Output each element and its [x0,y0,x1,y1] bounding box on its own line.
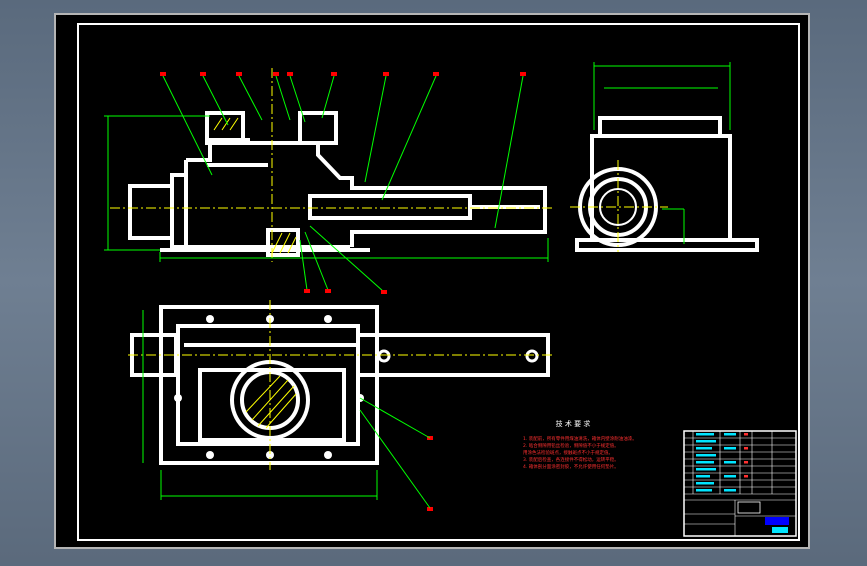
cad-viewport: 技 术 要 求 1. 装配前，所有零件用煤油清洗，箱体内壁涂耐油油漆。 2. 啮… [0,0,867,562]
note-line: 1. 装配前，所有零件用煤油清洗，箱体内壁涂耐油油漆。 [523,435,637,442]
notes-heading: 技 术 要 求 [556,419,591,428]
note-line: 用涂色法检验斑点，接触斑点不小于规定值。 [523,449,613,456]
drawing-canvas: 技 术 要 求 1. 装配前，所有零件用煤油清洗，箱体内壁涂耐油油漆。 2. 啮… [54,13,810,549]
drawing-sheet [54,13,810,549]
note-line: 2. 啮合侧隙用铅丝检验，侧隙值不小于规定值。 [523,442,619,449]
note-line: 3. 装配后检查，各连接件不得松动，运转平稳。 [523,456,619,463]
drawing-title-cell [765,517,789,525]
note-line: 4. 箱体剖分面涂密封胶，不允许使用任何垫片。 [523,463,619,470]
